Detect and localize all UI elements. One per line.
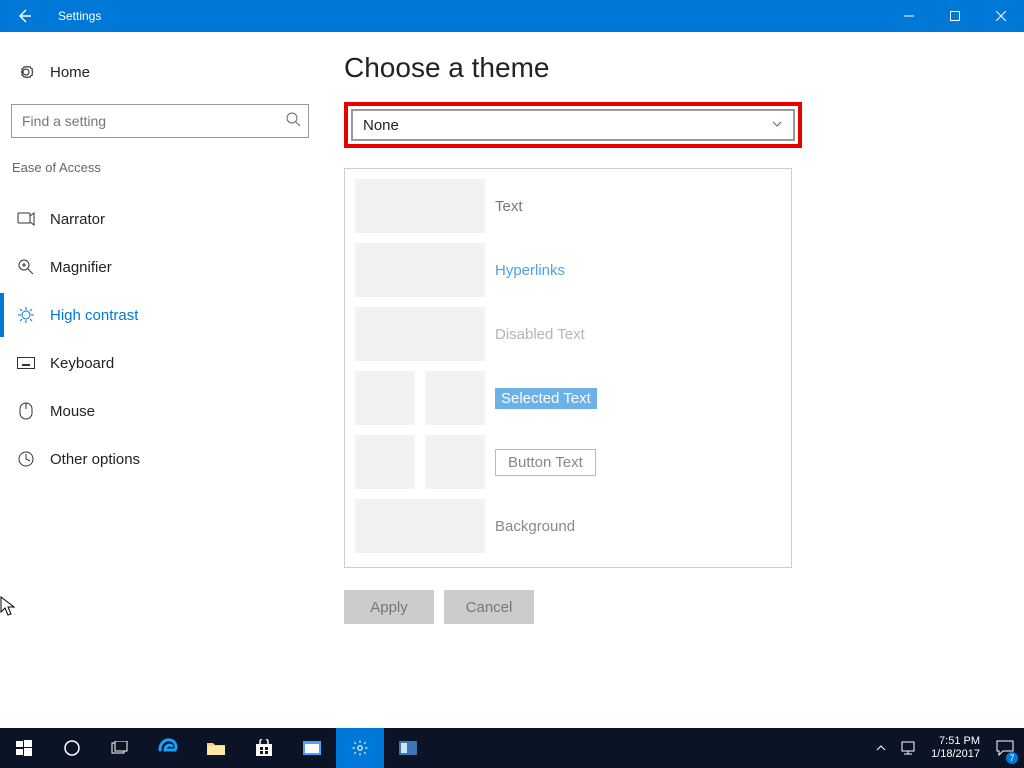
- minimize-button[interactable]: [886, 0, 932, 32]
- preview-label-button: Button Text: [495, 449, 596, 476]
- close-button[interactable]: [978, 0, 1024, 32]
- preview-label-text: Text: [495, 198, 523, 215]
- sidebar-item-label: Magnifier: [50, 259, 112, 276]
- taskbar: 7:51 PM 1/18/2017 7: [0, 728, 1024, 768]
- sidebar-item-keyboard[interactable]: Keyboard: [0, 341, 320, 385]
- back-button[interactable]: [0, 0, 48, 32]
- preview-label-selected: Selected Text: [495, 388, 597, 409]
- windows-icon: [16, 740, 32, 756]
- chevron-down-icon: [771, 117, 783, 134]
- search-input[interactable]: [11, 104, 309, 138]
- minimize-icon: [904, 11, 914, 21]
- tray-network[interactable]: [897, 728, 921, 768]
- task-view-icon: [110, 741, 130, 755]
- preview-row-disabled: Disabled Text: [355, 307, 781, 361]
- taskbar-settings[interactable]: [336, 728, 384, 768]
- gear-icon: [16, 62, 36, 82]
- color-swatch[interactable]: [425, 435, 485, 489]
- home-label: Home: [50, 64, 90, 81]
- other-options-icon: [16, 449, 36, 469]
- cortana-button[interactable]: [48, 728, 96, 768]
- search-icon: [285, 111, 301, 132]
- sidebar-item-magnifier[interactable]: Magnifier: [0, 245, 320, 289]
- sidebar-item-label: Keyboard: [50, 355, 114, 372]
- action-center-button[interactable]: 7: [990, 728, 1020, 768]
- sidebar-item-other-options[interactable]: Other options: [0, 437, 320, 481]
- keyboard-icon: [16, 353, 36, 373]
- high-contrast-icon: [16, 305, 36, 325]
- taskbar-app-1[interactable]: [288, 728, 336, 768]
- color-swatch[interactable]: [355, 499, 485, 553]
- magnifier-icon: [16, 257, 36, 277]
- store-icon: [254, 739, 274, 757]
- theme-dropdown-highlight: None: [344, 102, 802, 148]
- network-icon: [901, 741, 917, 755]
- color-swatch[interactable]: [355, 179, 485, 233]
- sidebar-item-high-contrast[interactable]: High contrast: [0, 293, 320, 337]
- home-button[interactable]: Home: [0, 50, 320, 94]
- app-icon: [398, 740, 418, 756]
- theme-dropdown-value: None: [363, 117, 399, 134]
- sidebar: Home Ease of Access Narrator Magnifier H…: [0, 32, 320, 728]
- maximize-icon: [950, 11, 960, 21]
- color-swatch[interactable]: [355, 307, 485, 361]
- preview-row-text: Text: [355, 179, 781, 233]
- gear-icon: [351, 739, 369, 757]
- mouse-icon: [16, 401, 36, 421]
- color-swatch[interactable]: [355, 243, 485, 297]
- preview-row-selected: Selected Text: [355, 371, 781, 425]
- sidebar-item-label: Other options: [50, 451, 140, 468]
- sidebar-item-mouse[interactable]: Mouse: [0, 389, 320, 433]
- taskbar-store[interactable]: [240, 728, 288, 768]
- preview-label-hyperlinks: Hyperlinks: [495, 262, 565, 279]
- apply-button[interactable]: Apply: [344, 590, 434, 624]
- task-view-button[interactable]: [96, 728, 144, 768]
- titlebar: Settings: [0, 0, 1024, 32]
- start-button[interactable]: [0, 728, 48, 768]
- notification-badge: 7: [1006, 752, 1018, 764]
- color-swatch[interactable]: [355, 371, 415, 425]
- search-wrap: [11, 104, 309, 138]
- window-icon: [302, 740, 322, 756]
- taskbar-time: 7:51 PM: [931, 735, 980, 748]
- cancel-button[interactable]: Cancel: [444, 590, 534, 624]
- color-swatch[interactable]: [425, 371, 485, 425]
- preview-label-background: Background: [495, 518, 575, 535]
- maximize-button[interactable]: [932, 0, 978, 32]
- preview-row-hyperlinks: Hyperlinks: [355, 243, 781, 297]
- folder-icon: [206, 740, 226, 756]
- page-title: Choose a theme: [344, 52, 1000, 84]
- preview-label-disabled: Disabled Text: [495, 326, 585, 343]
- preview-box: Text Hyperlinks Disabled Text Selected T…: [344, 168, 792, 568]
- tray-chevron-up[interactable]: [869, 728, 893, 768]
- sidebar-item-label: High contrast: [50, 307, 138, 324]
- preview-row-background: Background: [355, 499, 781, 553]
- theme-dropdown[interactable]: None: [351, 109, 795, 141]
- section-label: Ease of Access: [0, 160, 320, 175]
- taskbar-file-explorer[interactable]: [192, 728, 240, 768]
- preview-row-button: Button Text: [355, 435, 781, 489]
- taskbar-app-2[interactable]: [384, 728, 432, 768]
- chevron-up-icon: [876, 743, 886, 753]
- taskbar-date: 1/18/2017: [931, 748, 980, 761]
- taskbar-edge[interactable]: [144, 728, 192, 768]
- window-title: Settings: [58, 9, 101, 23]
- main-content: Choose a theme None Text Hyperlinks Disa…: [320, 32, 1024, 728]
- sidebar-item-label: Mouse: [50, 403, 95, 420]
- taskbar-clock[interactable]: 7:51 PM 1/18/2017: [925, 735, 986, 761]
- narrator-icon: [16, 209, 36, 229]
- color-swatch[interactable]: [355, 435, 415, 489]
- system-tray: 7:51 PM 1/18/2017 7: [869, 728, 1024, 768]
- arrow-left-icon: [16, 8, 32, 24]
- edge-icon: [157, 737, 179, 759]
- sidebar-item-narrator[interactable]: Narrator: [0, 197, 320, 241]
- close-icon: [996, 11, 1006, 21]
- action-row: Apply Cancel: [344, 590, 1000, 624]
- cortana-icon: [63, 739, 81, 757]
- sidebar-item-label: Narrator: [50, 211, 105, 228]
